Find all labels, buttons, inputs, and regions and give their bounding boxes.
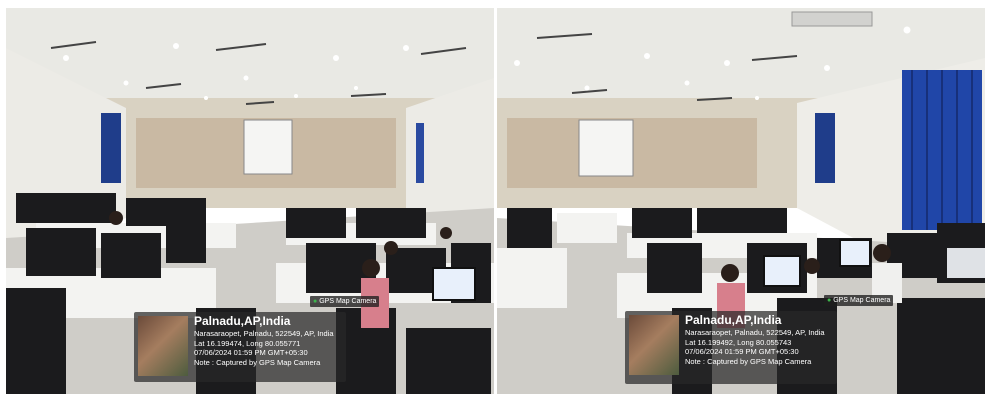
coordinates-line: Lat 16.199474, Long 80.055771	[194, 338, 301, 348]
datetime-line: 07/06/2024 01:59 PM GMT+05:30	[685, 347, 799, 356]
datetime-line: 07/06/2024 01:59 PM GMT+05:30	[194, 348, 308, 357]
computer-lab-photo-left: ● GPS Map Camera Palnadu,AP,India Narasar…	[6, 8, 494, 394]
map-pin-icon: ●	[827, 297, 832, 304]
gps-camera-badge: ● GPS Map Camera	[310, 296, 380, 307]
address-line: Narasaraopet, Palnadu, 522549, AP, India	[194, 329, 334, 338]
location-title: Palnadu,AP,India	[685, 313, 782, 327]
location-thumbnail	[629, 315, 679, 375]
computer-lab-photo-right: ● GPS Map Camera Palnadu,AP,India Narasar…	[497, 8, 985, 394]
gps-info-overlay: Palnadu,AP,India Narasaraopet, Palnadu, …	[625, 311, 837, 384]
location-title: Palnadu,AP,India	[194, 314, 291, 328]
note-line: Note : Captured by GPS Map Camera	[194, 357, 321, 367]
badge-text: GPS Map Camera	[833, 297, 891, 304]
address-line: Narasaraopet, Palnadu, 522549, AP, India	[685, 328, 825, 337]
location-thumbnail	[138, 316, 188, 376]
coordinates-line: Lat 16.199492, Long 80.055743	[685, 337, 792, 347]
gps-info-overlay: Palnadu,AP,India Narasaraopet, Palnadu, …	[134, 312, 346, 382]
photo-collage: ● GPS Map Camera Palnadu,AP,India Narasar…	[0, 0, 991, 401]
map-pin-icon: ●	[313, 298, 318, 305]
note-line: Note : Captured by GPS Map Camera	[685, 356, 812, 366]
badge-text: GPS Map Camera	[319, 298, 377, 305]
gps-camera-badge: ● GPS Map Camera	[824, 295, 894, 306]
